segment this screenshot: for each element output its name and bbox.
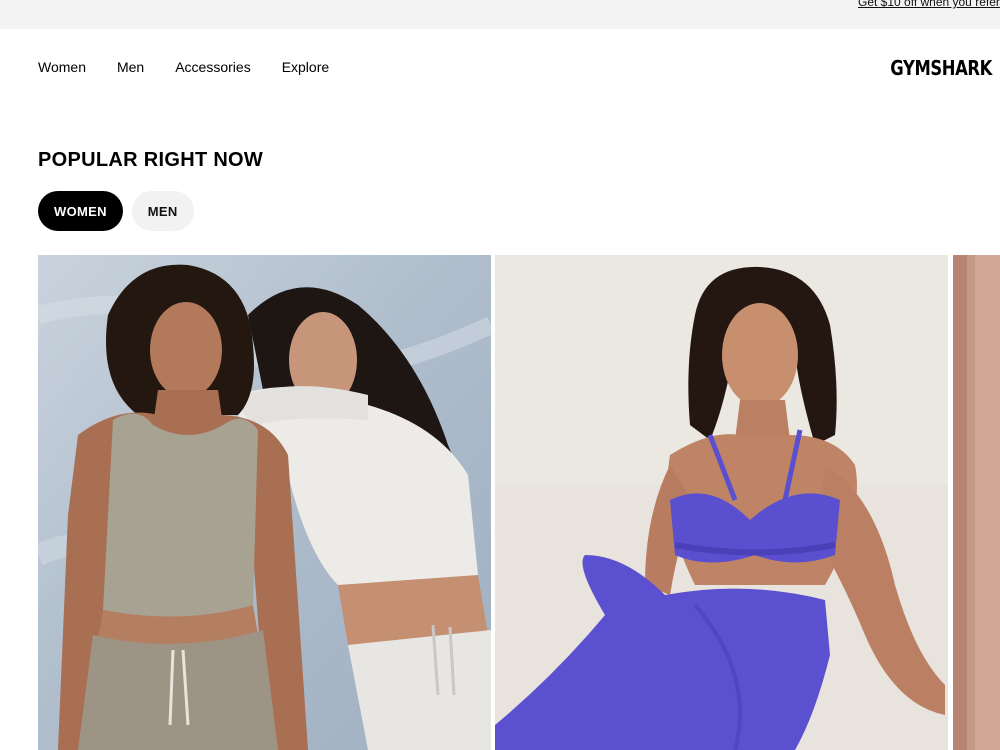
product-card-3[interactable]	[953, 255, 1000, 750]
product-carousel[interactable]	[38, 255, 1000, 750]
gender-toggle: WOMEN MEN	[38, 191, 194, 231]
gymshark-logo[interactable]: GYMSHARK	[890, 56, 992, 80]
nav-item-men[interactable]: Men	[117, 59, 144, 75]
tab-women[interactable]: WOMEN	[38, 191, 123, 231]
product-card-1[interactable]	[38, 255, 491, 750]
main-nav: Women Men Accessories Explore	[38, 59, 329, 75]
site-header: Women Men Accessories Explore GYMSHARK	[0, 29, 1000, 105]
tab-men[interactable]: MEN	[131, 191, 194, 231]
nav-item-accessories[interactable]: Accessories	[175, 59, 250, 75]
product-image-partial	[953, 255, 1000, 750]
nav-item-women[interactable]: Women	[38, 59, 86, 75]
product-image-blue-set	[495, 255, 948, 750]
section-title: POPULAR RIGHT NOW	[38, 149, 264, 171]
product-card-2[interactable]	[495, 255, 948, 750]
nav-item-explore[interactable]: Explore	[282, 59, 329, 75]
product-image-two-models	[38, 255, 491, 750]
promo-bar: Get $10 off when you refer	[0, 0, 1000, 29]
referral-promo-link[interactable]: Get $10 off when you refer	[858, 0, 1000, 10]
